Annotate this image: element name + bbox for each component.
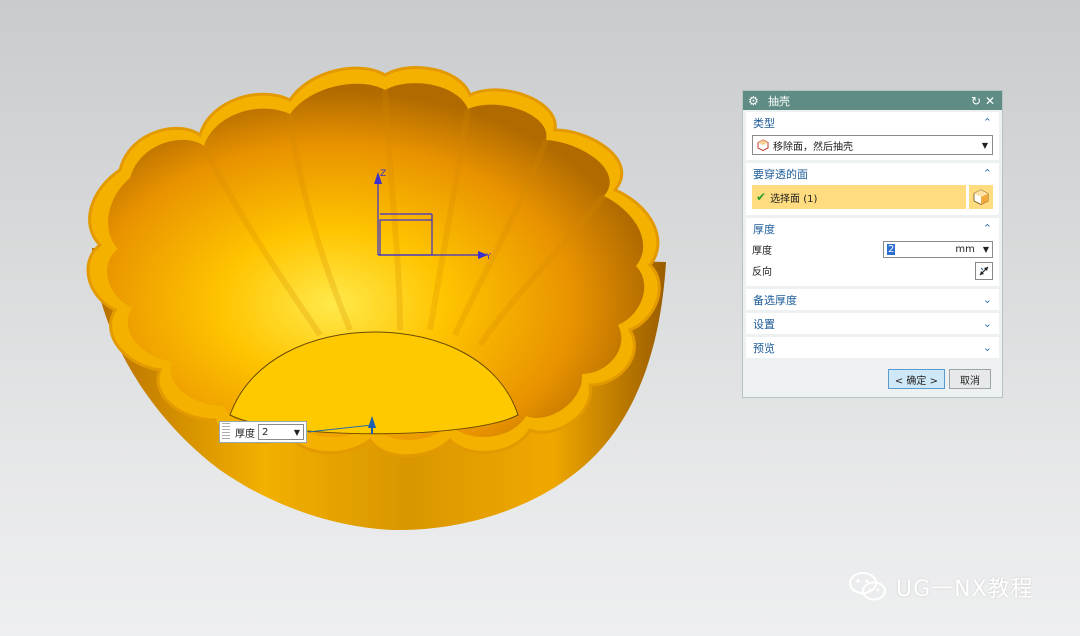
chevron-down-icon[interactable]: ⌄ (983, 293, 992, 306)
shell-dialog: ⚙ 抽壳 ↻ ✕ 类型 ⌃ 移除面，然后抽壳 ▼ 要穿透的面 ⌃ ✔ 选择面 (… (742, 90, 1003, 398)
reverse-direction-button[interactable] (975, 261, 993, 280)
check-icon: ✔ (756, 190, 767, 204)
chevron-up-icon[interactable]: ⌃ (983, 116, 992, 129)
select-face-row[interactable]: ✔ 选择面 (1) (752, 185, 966, 209)
dialog-titlebar[interactable]: ⚙ 抽壳 ↻ ✕ (743, 91, 1002, 110)
chevron-down-icon[interactable]: ⌄ (983, 341, 992, 354)
alt-thickness-section[interactable]: 备选厚度 ⌄ (746, 289, 999, 310)
preview-section[interactable]: 预览 ⌄ (746, 337, 999, 358)
thickness-label: 厚度 (752, 246, 772, 257)
thickness-input[interactable]: 2 mm ▼ (883, 241, 993, 258)
select-face-label: 选择面 (1) (770, 193, 818, 205)
watermark: UG一NX教程 (848, 570, 1034, 604)
alt-thickness-title: 备选厚度 (753, 293, 797, 307)
face-section: 要穿透的面 ⌃ ✔ 选择面 (1) (746, 163, 999, 215)
chevron-down-icon[interactable]: ▼ (982, 141, 988, 150)
axis-z-label: Z (380, 169, 386, 179)
drag-handle[interactable] (222, 423, 230, 441)
cancel-button[interactable]: 取消 (949, 369, 991, 389)
axis-y-label: Y (485, 252, 491, 261)
thickness-section-header[interactable]: 厚度 ⌃ (746, 218, 999, 239)
dialog-title: 抽壳 (768, 94, 790, 108)
close-icon[interactable]: ✕ (983, 94, 997, 108)
chevron-up-icon[interactable]: ⌃ (983, 167, 992, 180)
thickness-section: 厚度 ⌃ 厚度 2 mm ▼ 反向 (746, 218, 999, 286)
settings-section[interactable]: 设置 ⌄ (746, 313, 999, 334)
face-section-title: 要穿透的面 (753, 167, 808, 181)
type-section: 类型 ⌃ 移除面，然后抽壳 ▼ (746, 112, 999, 160)
onscreen-thickness-value: 2 (262, 426, 269, 438)
remove-face-icon (757, 139, 769, 151)
thickness-section-title: 厚度 (753, 222, 775, 236)
select-face-button[interactable] (969, 185, 993, 209)
chevron-down-icon[interactable]: ▼ (294, 428, 300, 437)
type-section-header[interactable]: 类型 ⌃ (746, 112, 999, 133)
gear-icon: ⚙ (748, 93, 759, 108)
onscreen-thickness-label: 厚度 (235, 428, 255, 440)
type-section-title: 类型 (753, 116, 775, 130)
ok-button[interactable]: < 确定 > (887, 369, 945, 389)
watermark-text: UG一NX教程 (896, 577, 1034, 602)
cube-face-icon (973, 189, 989, 205)
type-dropdown[interactable]: 移除面，然后抽壳 ▼ (752, 135, 993, 155)
reset-icon[interactable]: ↻ (969, 94, 983, 108)
chevron-down-icon[interactable]: ▼ (983, 245, 989, 254)
preview-title: 预览 (753, 341, 775, 355)
chevron-up-icon[interactable]: ⌃ (983, 222, 992, 235)
wechat-logo-icon (849, 572, 886, 601)
settings-title: 设置 (753, 317, 775, 331)
reverse-label: 反向 (752, 267, 772, 278)
thickness-value: 2 (887, 244, 896, 255)
onscreen-thickness-input[interactable]: 厚度 2 ▼ (219, 421, 307, 443)
reverse-direction-icon (979, 266, 989, 275)
type-dropdown-value: 移除面，然后抽壳 (773, 141, 853, 153)
thickness-unit: mm (955, 244, 975, 255)
onscreen-thickness-select[interactable]: 2 ▼ (258, 424, 304, 440)
chevron-down-icon[interactable]: ⌄ (983, 317, 992, 330)
face-section-header[interactable]: 要穿透的面 ⌃ (746, 163, 999, 184)
